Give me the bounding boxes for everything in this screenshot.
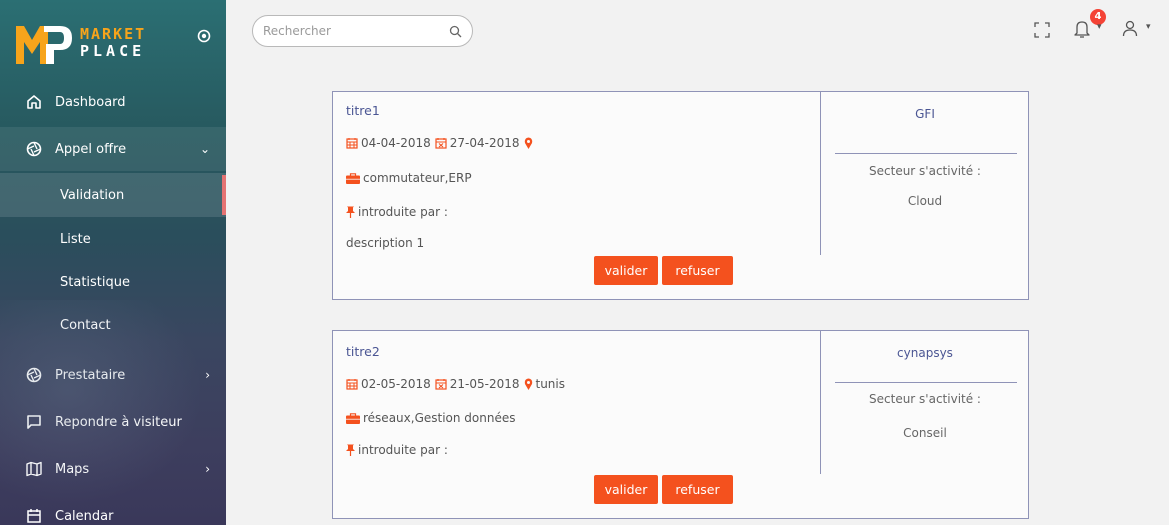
- offer-end-date: 21-05-2018: [449, 377, 520, 391]
- sidebar-item-label: Calendar: [55, 508, 114, 524]
- map-marker-icon: [524, 137, 533, 149]
- calendar-x-icon: [435, 378, 447, 390]
- chevron-right-icon: ›: [205, 462, 210, 476]
- sidebar: MARKET PLACE Dashboard Appel offre ⌄ Val…: [0, 0, 226, 525]
- map-icon: [26, 461, 42, 477]
- offer-end-date: 27-04-2018: [449, 136, 520, 150]
- logo-text: MARKET PLACE: [80, 26, 146, 60]
- offer-sector: Conseil: [903, 426, 947, 440]
- sidebar-item-dashboard[interactable]: Dashboard: [0, 80, 226, 124]
- sidebar-item-appel-offre[interactable]: Appel offre ⌄: [0, 127, 226, 171]
- offer-card: titre2 02-05-2018 21-05-2018 tunis résea…: [332, 330, 1029, 519]
- offer-title[interactable]: titre2: [346, 344, 380, 359]
- validate-button[interactable]: valider: [594, 256, 658, 285]
- aperture-icon: [26, 367, 42, 383]
- offer-title[interactable]: titre1: [346, 103, 380, 118]
- logo-line2: PLACE: [80, 42, 146, 60]
- offer-company-panel: GFI Secteur s'activité : Cloud: [821, 92, 1029, 299]
- search-icon[interactable]: [449, 25, 462, 38]
- sidebar-item-label: Appel offre: [55, 141, 127, 157]
- home-icon: [26, 94, 42, 110]
- chevron-down-icon: ⌄: [199, 142, 210, 156]
- caret-down-icon[interactable]: ▾: [1097, 22, 1102, 32]
- calendar-icon: [346, 137, 358, 149]
- logo-mp-icon: [16, 26, 72, 64]
- offer-introduced-by: introduite par :: [358, 443, 448, 457]
- calendar-icon: [346, 378, 358, 390]
- calendar-icon: [26, 508, 42, 524]
- caret-down-icon[interactable]: ▾: [1146, 22, 1151, 32]
- sidebar-item-label: Dashboard: [55, 94, 126, 110]
- briefcase-icon: [346, 412, 360, 424]
- offer-sector: Cloud: [907, 194, 943, 208]
- offer-card: titre1 04-04-2018 27-04-2018 commutateur…: [332, 91, 1029, 300]
- aperture-icon: [26, 141, 42, 157]
- offer-location: tunis: [535, 377, 566, 391]
- message-square-icon: [26, 414, 42, 430]
- sidebar-subitem-label: Liste: [60, 231, 91, 247]
- sidebar-subitem-label: Validation: [60, 187, 125, 203]
- offer-description-row: description 1: [346, 236, 424, 250]
- offer-company-panel: cynapsys Secteur s'activité : Conseil: [821, 331, 1029, 518]
- sidebar-subitem-statistique[interactable]: Statistique: [0, 260, 226, 304]
- search-input[interactable]: [263, 22, 443, 40]
- company-separator: [835, 382, 1017, 383]
- refuse-button[interactable]: refuser: [662, 475, 733, 504]
- offer-start-date: 02-05-2018: [361, 377, 431, 391]
- sidebar-subitem-validation[interactable]: Validation: [0, 173, 226, 217]
- sidebar-subitem-label: Contact: [60, 317, 111, 333]
- bell-icon[interactable]: [1073, 19, 1091, 39]
- user-icon[interactable]: [1122, 19, 1138, 37]
- offer-introduced-row: introduite par :: [346, 443, 448, 457]
- sidebar-item-prestataire[interactable]: Prestataire ›: [0, 353, 226, 397]
- sidebar-item-maps[interactable]: Maps ›: [0, 447, 226, 491]
- sidebar-subitem-contact[interactable]: Contact: [0, 303, 226, 347]
- sidebar-subitem-liste[interactable]: Liste: [0, 217, 226, 261]
- offer-description: description 1: [346, 236, 425, 250]
- fullscreen-icon[interactable]: [1034, 22, 1050, 38]
- offer-company: GFI: [915, 107, 935, 121]
- sidebar-item-label: Prestataire: [55, 367, 126, 383]
- search-box: [252, 15, 473, 47]
- offer-title-row: titre1: [346, 103, 380, 118]
- briefcase-icon: [346, 172, 360, 184]
- logo[interactable]: MARKET PLACE: [14, 20, 174, 70]
- map-marker-icon: [524, 378, 533, 390]
- logo-line1: MARKET: [80, 25, 147, 43]
- offer-introduced-row: introduite par :: [346, 205, 448, 219]
- eye-icon[interactable]: [197, 29, 211, 43]
- validate-button[interactable]: valider: [594, 475, 658, 504]
- offer-dates-row: 04-04-2018 27-04-2018: [346, 136, 536, 150]
- company-separator: [835, 153, 1017, 154]
- offer-sector-label: Secteur s'activité :: [869, 392, 981, 406]
- offer-introduced-by: introduite par :: [358, 205, 448, 219]
- sidebar-item-calendar[interactable]: Calendar: [0, 494, 226, 525]
- offer-dates-row: 02-05-2018 21-05-2018 tunis: [346, 377, 565, 391]
- offer-tags: réseaux,Gestion données: [363, 411, 516, 425]
- calendar-x-icon: [435, 137, 447, 149]
- offer-start-date: 04-04-2018: [361, 136, 431, 150]
- offer-title-row: titre2: [346, 344, 380, 359]
- sidebar-subitem-label: Statistique: [60, 274, 130, 290]
- chevron-right-icon: ›: [205, 368, 210, 382]
- sidebar-item-repondre-visiteur[interactable]: Repondre à visiteur: [0, 400, 226, 444]
- offer-tags-row: réseaux,Gestion données: [346, 411, 515, 425]
- offer-tags: commutateur,ERP: [363, 171, 472, 185]
- thumbtack-icon: [346, 206, 355, 218]
- sidebar-item-label: Maps: [55, 461, 90, 477]
- refuse-button[interactable]: refuser: [662, 256, 733, 285]
- offer-sector-label: Secteur s'activité :: [869, 164, 981, 178]
- thumbtack-icon: [346, 444, 355, 456]
- offer-company: cynapsys: [897, 346, 953, 360]
- sidebar-item-label: Repondre à visiteur: [55, 414, 182, 430]
- offer-tags-row: commutateur,ERP: [346, 171, 472, 185]
